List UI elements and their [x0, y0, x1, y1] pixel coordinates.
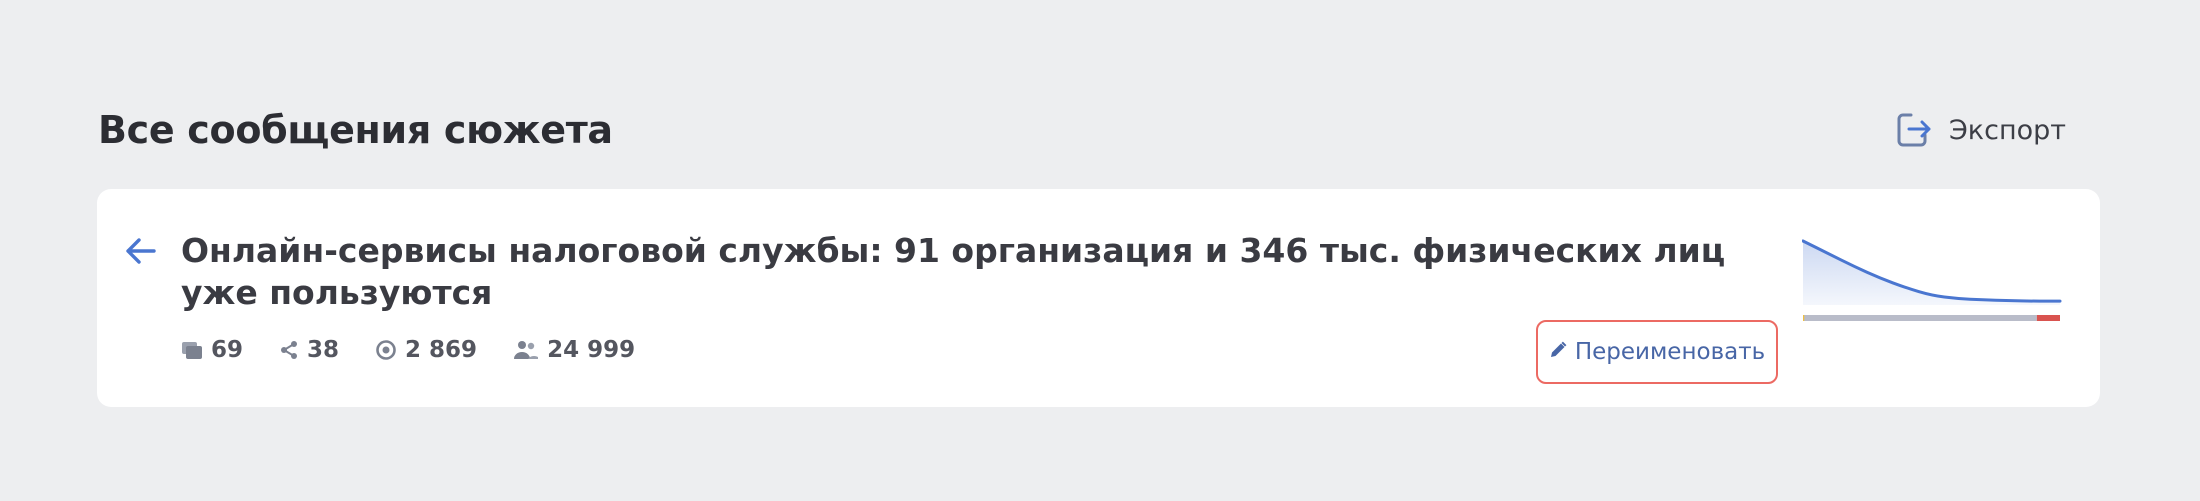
stat-reposts: 38 [279, 337, 339, 363]
trend-sparkline [1802, 239, 2062, 321]
stat-messages: 69 [181, 337, 243, 363]
messages-count: 69 [211, 337, 244, 363]
views-icon [375, 339, 397, 361]
audience-icon [513, 339, 539, 361]
export-label: Экспорт [1948, 114, 2066, 146]
export-button[interactable]: Экспорт [1895, 111, 2066, 149]
back-arrow-icon[interactable] [125, 237, 157, 269]
messages-icon [181, 340, 203, 360]
rename-label: Переименовать [1574, 339, 1766, 365]
sentiment-bar-positive [1803, 315, 1805, 321]
rename-button[interactable]: Переименовать [1536, 320, 1778, 384]
export-icon [1895, 111, 1933, 149]
share-icon [279, 340, 299, 360]
stat-views: 2 869 [375, 337, 477, 363]
page-header: Все сообщения сюжета Экспорт [98, 100, 2068, 160]
story-stats: 69 38 2 869 24 999 [181, 337, 635, 363]
audience-count: 24 999 [547, 337, 636, 363]
views-count: 2 869 [405, 337, 478, 363]
stat-audience: 24 999 [513, 337, 635, 363]
page-title: Все сообщения сюжета [98, 108, 613, 152]
pencil-icon [1549, 339, 1567, 365]
sentiment-bar-negative [2036, 315, 2060, 321]
story-title: Онлайн-сервисы налоговой службы: 91 орга… [181, 231, 1726, 312]
reposts-count: 38 [307, 337, 340, 363]
story-card: Онлайн-сервисы налоговой службы: 91 орга… [97, 189, 2100, 407]
sentiment-bar-neutral [1804, 315, 2037, 321]
